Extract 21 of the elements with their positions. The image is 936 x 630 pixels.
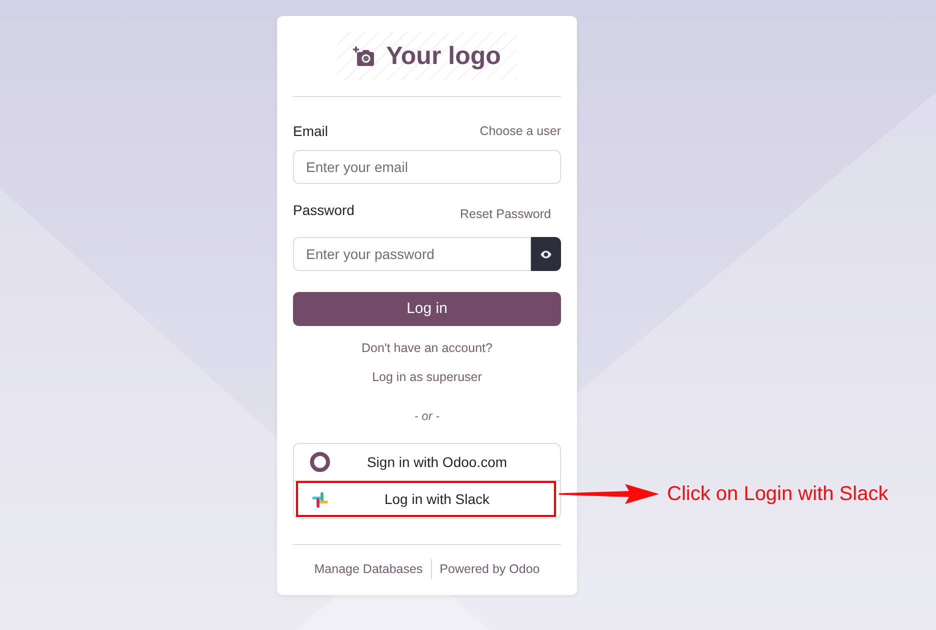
camera-icon — [353, 46, 376, 66]
logo-text: Your logo — [386, 44, 501, 68]
footer-link[interactable]: Powered by Odoo — [430, 559, 548, 579]
field-link[interactable]: Choose a user — [480, 121, 561, 141]
field-label: Password — [293, 201, 354, 220]
callout-text: Click on Login with Slack — [667, 484, 888, 504]
hash-icon — [312, 492, 328, 508]
provider-button[interactable]: Sign in with Odoo.com — [293, 443, 561, 481]
email-field[interactable]: Enter your email — [293, 150, 561, 184]
show-password-button[interactable] — [530, 237, 561, 271]
footer-link[interactable]: Manage Databases — [306, 559, 431, 579]
login-button[interactable]: Log in — [293, 292, 561, 326]
ring-icon — [310, 452, 330, 472]
text-link[interactable]: Don't have an account? — [362, 338, 492, 358]
text-link[interactable]: Log in as superuser — [372, 367, 482, 387]
separator-text: - or - — [413, 408, 441, 425]
eye-icon — [540, 250, 552, 258]
field-link[interactable]: Reset Password — [460, 204, 551, 224]
field-label: Email — [293, 122, 328, 141]
provider-button[interactable]: Log in with Slack — [293, 481, 561, 519]
password-field[interactable]: Enter your password — [293, 237, 531, 271]
